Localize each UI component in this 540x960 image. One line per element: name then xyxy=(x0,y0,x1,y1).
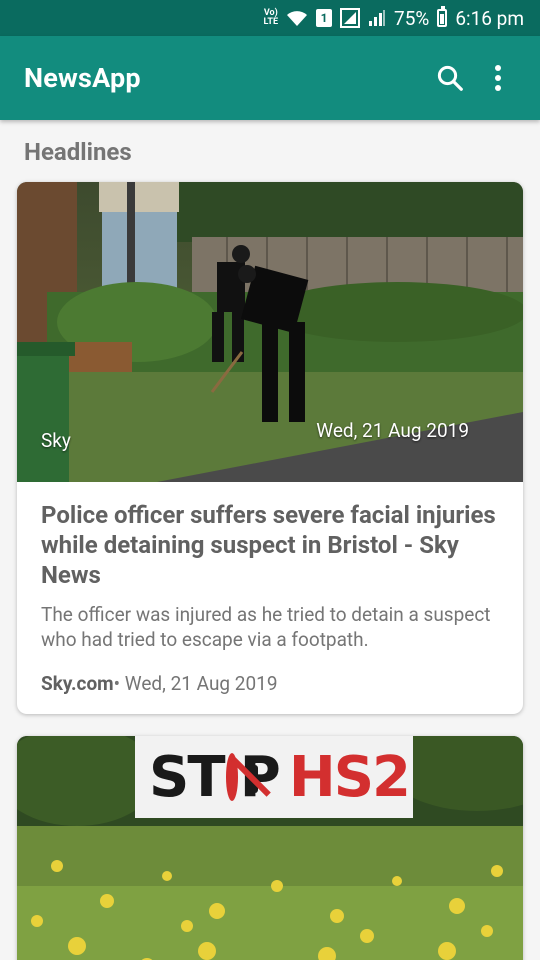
clock-time: 6:16 pm xyxy=(455,6,524,30)
article-image: Sky Wed, 21 Aug 2019 xyxy=(17,182,523,482)
article-card[interactable]: Sky Wed, 21 Aug 2019 Police officer suff… xyxy=(17,182,523,714)
app-bar: NewsApp xyxy=(0,36,540,120)
signal-icon xyxy=(368,9,386,27)
sim-slot-badge: 1 xyxy=(316,9,333,27)
search-button[interactable] xyxy=(426,54,474,102)
meta-separator: • xyxy=(113,672,125,695)
no-sim-icon xyxy=(340,8,361,28)
article-body: Police officer suffers severe facial inj… xyxy=(17,482,523,695)
article-image: ST P HS2 xyxy=(17,736,523,960)
headlines-list: Headlines Sky Wed, 21 Aug 2019 Police of… xyxy=(0,120,540,960)
article-description: The officer was injured as he tried to d… xyxy=(41,603,491,651)
image-source-label: Sky xyxy=(41,429,71,452)
more-options-button[interactable] xyxy=(474,54,522,102)
no-train-icon xyxy=(225,753,271,801)
battery-percent: 75% xyxy=(394,6,430,30)
search-icon xyxy=(437,65,463,91)
banner-text-stop-right: P xyxy=(239,744,281,810)
app-title: NewsApp xyxy=(24,62,141,94)
banner-text: ST P HS2 xyxy=(149,742,411,812)
volte-icon: Vo) LTE xyxy=(263,8,279,27)
wifi-icon xyxy=(286,9,308,27)
article-card[interactable]: ST P HS2 xyxy=(17,736,523,960)
image-date-label: Wed, 21 Aug 2019 xyxy=(316,419,469,442)
article-meta: Sky.com• Wed, 21 Aug 2019 xyxy=(41,672,499,695)
more-vert-icon xyxy=(495,65,501,91)
article-date: Wed, 21 Aug 2019 xyxy=(124,672,278,695)
banner-text-stop-left: ST xyxy=(149,744,226,810)
article-source: Sky.com xyxy=(41,672,114,695)
status-bar: Vo) LTE 1 75% 6:16 pm xyxy=(0,0,540,36)
banner-text-hs2: HS2 xyxy=(288,744,411,810)
article-title[interactable]: Police officer suffers severe facial inj… xyxy=(41,500,499,590)
section-title: Headlines xyxy=(24,138,132,166)
battery-icon xyxy=(437,6,448,27)
